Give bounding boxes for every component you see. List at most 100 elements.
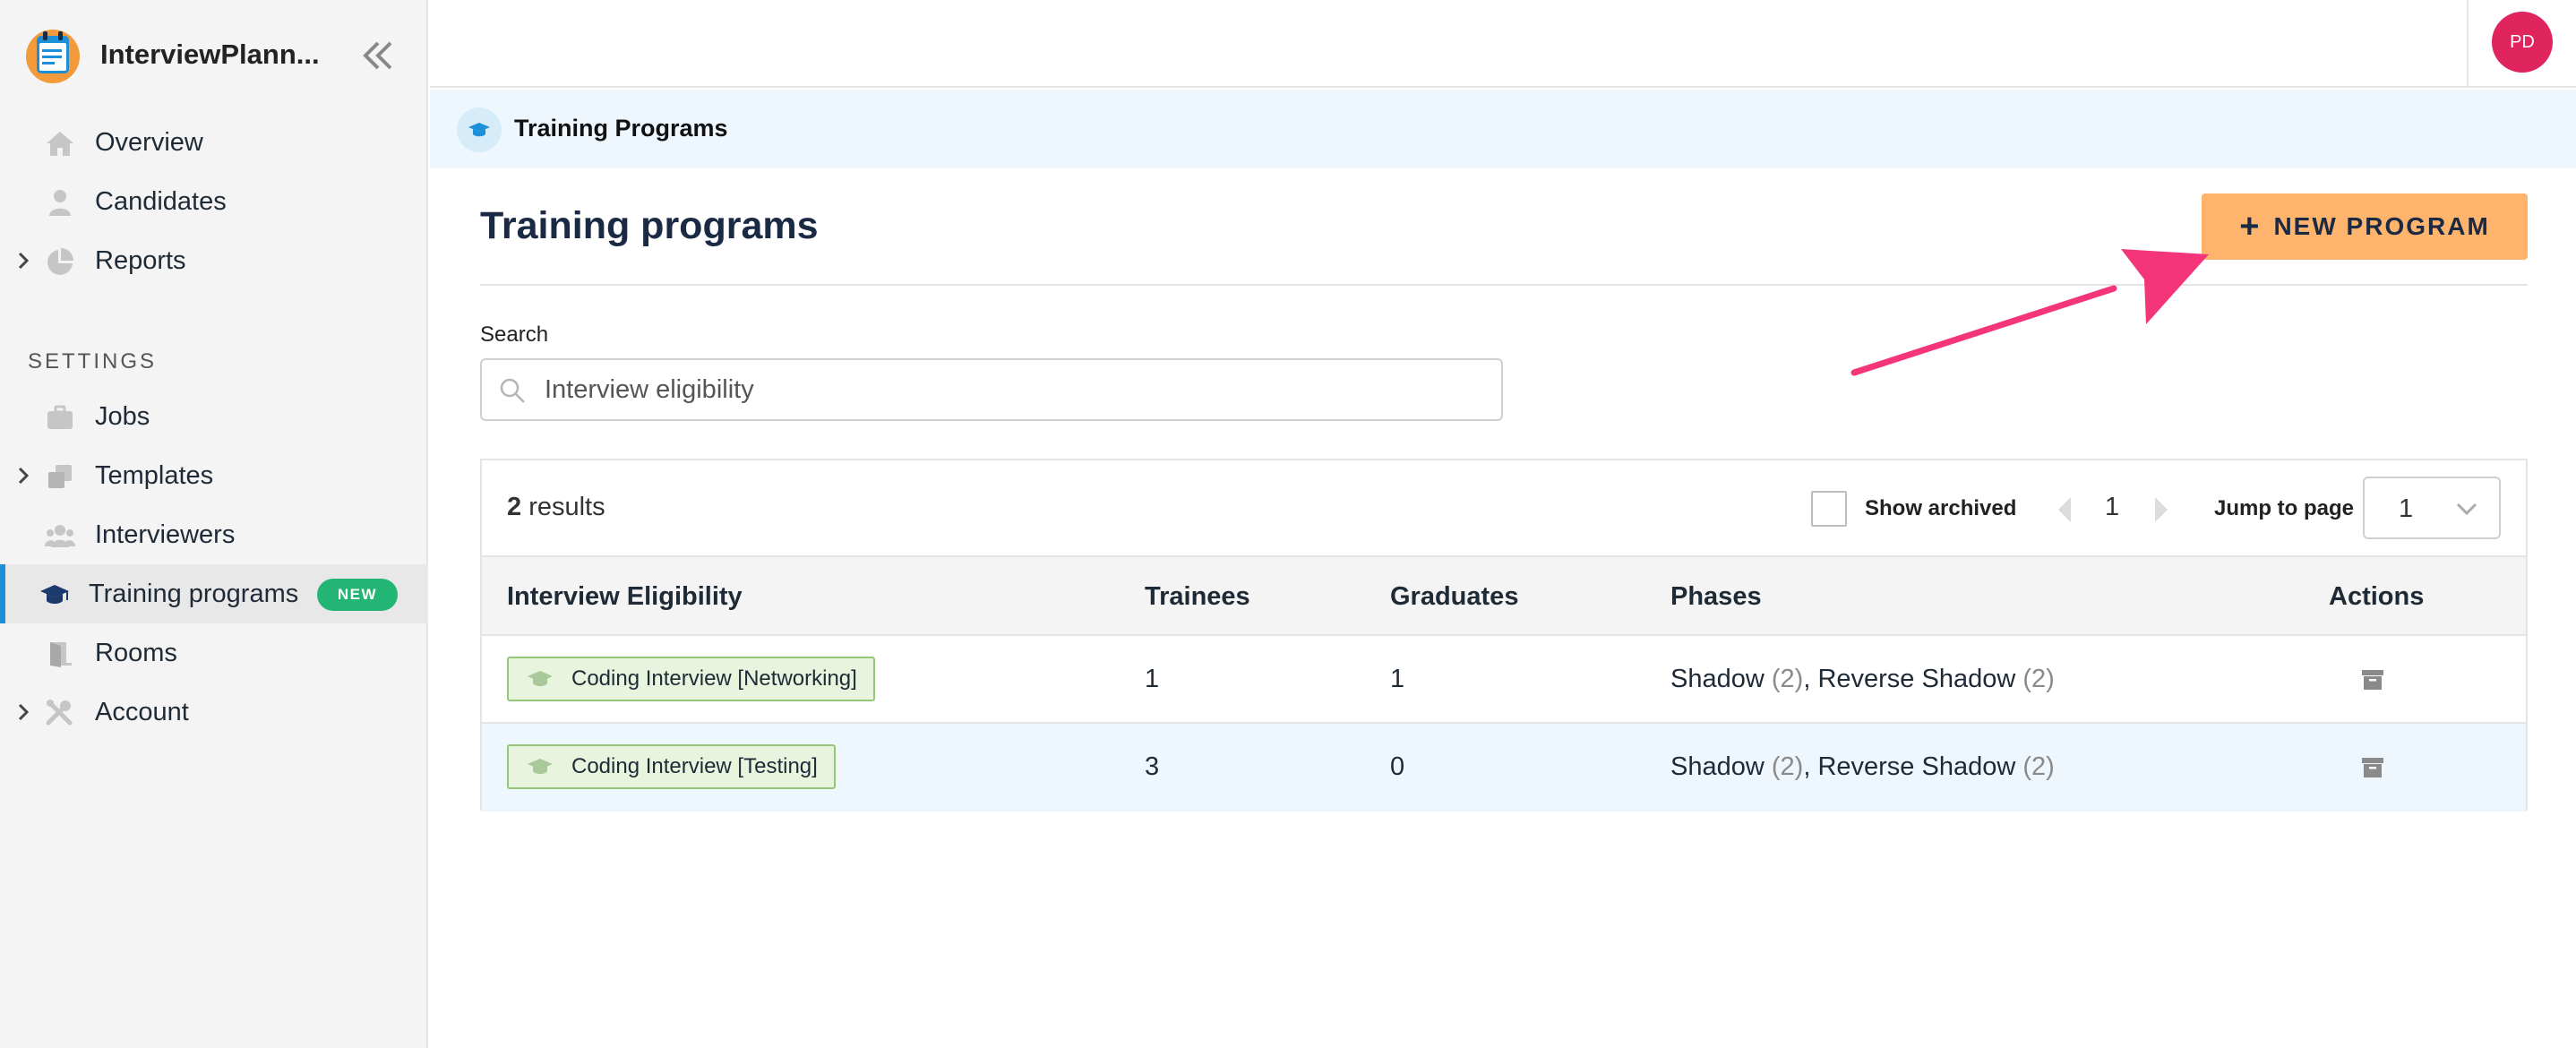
chevron-right-icon[interactable] [14, 251, 32, 271]
phases-cell: Shadow (2), Reverse Shadow (2) [1670, 752, 2055, 782]
sidebar-item-training-programs[interactable]: Training programs NEW [0, 564, 428, 623]
sidebar-item-templates[interactable]: Templates [0, 446, 428, 505]
sidebar: InterviewPlann... Overview Candidates Re… [0, 0, 428, 1048]
phases-cell: Shadow (2), Reverse Shadow (2) [1670, 665, 2055, 694]
new-badge: NEW [317, 579, 398, 611]
graduation-cap-icon [40, 585, 69, 604]
prev-page-icon[interactable] [2055, 494, 2074, 525]
graduation-cap-icon [468, 123, 490, 137]
sidebar-item-label: Training programs [89, 580, 299, 608]
results-number: 2 [507, 493, 522, 521]
archive-icon[interactable] [2361, 668, 2384, 692]
eligibility-label: Coding Interview [Networking] [571, 666, 857, 691]
column-header[interactable]: Interview Eligibility [507, 582, 743, 612]
phase-name: Shadow [1670, 752, 1765, 781]
archive-icon[interactable] [2361, 756, 2384, 779]
current-page: 1 [2105, 493, 2120, 521]
phase-name: Reverse Shadow [1817, 752, 2016, 781]
results-toolbar: 2 results Show archived 1 Jump to page 1 [482, 460, 2526, 555]
page-title: Training programs [480, 204, 819, 247]
phase-count: (2) [2022, 752, 2055, 781]
sidebar-item-label: Jobs [95, 402, 150, 431]
sidebar-item-label: Templates [95, 461, 214, 490]
sidebar-item-label: Rooms [95, 639, 177, 667]
sidebar-item-jobs[interactable]: Jobs [0, 387, 428, 446]
new-program-button[interactable]: + NEW PROGRAM [2202, 193, 2528, 260]
breadcrumb: Training Programs [430, 90, 2576, 168]
tools-icon [46, 700, 73, 726]
settings-nav: Jobs Templates Interviewers Training pro… [0, 387, 428, 742]
new-program-label: NEW PROGRAM [2273, 212, 2490, 240]
sidebar-item-overview[interactable]: Overview [0, 113, 428, 172]
avatar[interactable]: PD [2492, 12, 2553, 73]
phase-separator: , [1803, 752, 1811, 781]
eligibility-tag[interactable]: Coding Interview [Networking] [507, 657, 875, 701]
sidebar-item-label: Overview [95, 128, 203, 157]
eligibility-tag[interactable]: Coding Interview [Testing] [507, 744, 836, 789]
column-header: Actions [2329, 582, 2425, 611]
pie-chart-icon [47, 248, 73, 275]
collapse-sidebar-icon[interactable] [358, 36, 398, 75]
main-nav: Overview Candidates Reports [0, 113, 428, 290]
next-page-icon[interactable] [2151, 494, 2171, 525]
eligibility-label: Coding Interview [Testing] [571, 754, 818, 778]
graduates-cell: 1 [1390, 665, 1405, 693]
sidebar-item-reports[interactable]: Reports [0, 231, 428, 290]
table-row[interactable]: Coding Interview [Networking] 1 1 Shadow… [482, 636, 2526, 724]
search-icon [500, 378, 525, 403]
breadcrumb-label[interactable]: Training Programs [514, 115, 728, 142]
jump-to-page-label: Jump to page [2214, 496, 2355, 520]
annotation-arrow-icon [1850, 249, 2209, 376]
home-icon [47, 132, 73, 156]
breadcrumb-icon-wrap [457, 107, 502, 152]
top-bar-divider [2467, 0, 2469, 88]
show-archived-checkbox[interactable] [1811, 491, 1847, 527]
plus-icon: + [2239, 207, 2262, 245]
sidebar-item-label: Reports [95, 246, 186, 275]
top-bar [430, 0, 2576, 88]
users-icon [45, 525, 75, 547]
phase-count: (2) [1771, 665, 1804, 693]
phase-count: (2) [1771, 752, 1804, 781]
phase-count: (2) [2022, 665, 2055, 693]
graduation-cap-icon [528, 759, 553, 774]
search-label: Search [480, 322, 549, 347]
planner-logo-icon [26, 30, 80, 83]
jump-to-page-select[interactable]: 1 [2363, 477, 2501, 539]
brand[interactable]: InterviewPlann... [25, 25, 320, 84]
jump-to-page-value: 1 [2399, 494, 2414, 523]
trainees-cell: 1 [1145, 665, 1160, 693]
column-header[interactable]: Trainees [1145, 582, 1250, 612]
graduation-cap-icon [528, 671, 553, 686]
sidebar-item-rooms[interactable]: Rooms [0, 623, 428, 683]
chevron-right-icon[interactable] [14, 702, 32, 722]
column-header[interactable]: Phases [1670, 582, 1762, 612]
copy-icon [48, 465, 72, 488]
table-header: Interview Eligibility Trainees Graduates… [482, 555, 2526, 636]
programs-table: 2 results Show archived 1 Jump to page 1… [480, 459, 2528, 812]
chevron-down-icon [2456, 503, 2477, 516]
search-input[interactable] [545, 367, 1485, 412]
sidebar-item-account[interactable]: Account [0, 683, 428, 742]
table-row[interactable]: Coding Interview [Testing] 3 0 Shadow (2… [482, 724, 2526, 812]
column-header[interactable]: Graduates [1390, 582, 1518, 612]
door-icon [50, 642, 72, 667]
sidebar-item-label: Account [95, 698, 189, 726]
chevron-right-icon[interactable] [14, 466, 32, 485]
sidebar-item-label: Interviewers [95, 520, 236, 549]
app-name: InterviewPlann... [100, 39, 320, 70]
phase-name: Reverse Shadow [1817, 665, 2016, 693]
sidebar-item-label: Candidates [95, 187, 227, 216]
briefcase-icon [47, 405, 73, 429]
phase-separator: , [1803, 665, 1811, 693]
graduates-cell: 0 [1390, 752, 1405, 781]
settings-heading: SETTINGS [28, 349, 158, 374]
show-archived-label[interactable]: Show archived [1865, 496, 2016, 521]
search-box[interactable] [480, 358, 1503, 421]
sidebar-item-candidates[interactable]: Candidates [0, 172, 428, 231]
results-suffix: results [528, 493, 605, 521]
sidebar-item-interviewers[interactable]: Interviewers [0, 505, 428, 564]
trainees-cell: 3 [1145, 752, 1160, 781]
results-count: 2 results [507, 493, 605, 522]
phase-name: Shadow [1670, 665, 1765, 693]
